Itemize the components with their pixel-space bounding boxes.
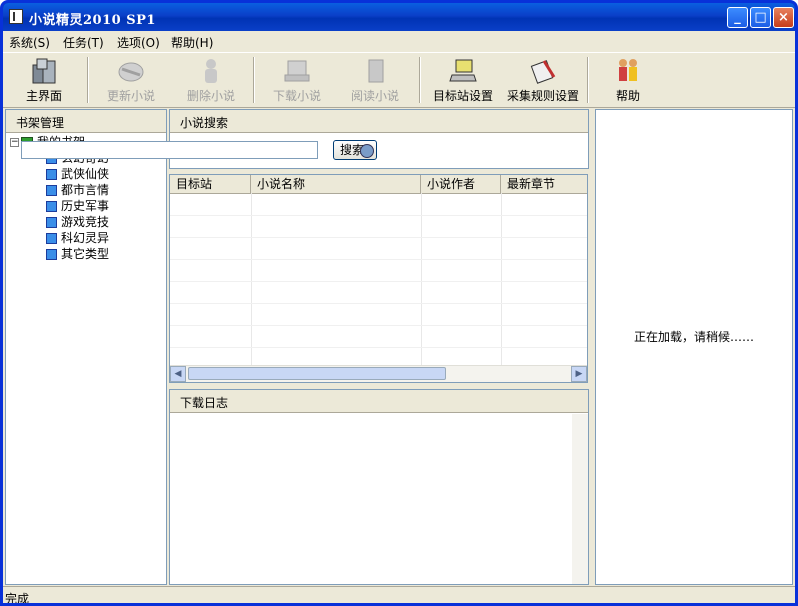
book-icon	[46, 217, 57, 228]
update-novel-button[interactable]: 更新小说	[103, 55, 159, 105]
menu-options[interactable]: 选项(O)	[117, 34, 160, 51]
tree-item-wuxia[interactable]: 武侠仙侠	[10, 166, 109, 182]
book-icon	[46, 201, 57, 212]
search-panel: 小说搜索	[169, 109, 589, 169]
download-log-title: 下载日志	[180, 396, 229, 410]
menu-task[interactable]: 任务(T)	[63, 34, 104, 51]
log-vertical-scrollbar[interactable]	[572, 414, 588, 584]
toolbar-separator	[587, 57, 589, 103]
client-area: 系统(S) 任务(T) 选项(O) 帮助(H) 主界面 更新小说 删除小说 下载	[3, 31, 795, 606]
scroll-left-icon[interactable]: ◀	[170, 366, 186, 382]
book-icon	[46, 249, 57, 260]
window-title: 小说精灵2010 SP1	[29, 13, 156, 28]
grid-line	[170, 215, 587, 216]
delete-novel-button[interactable]: 删除小说	[183, 55, 239, 105]
grid-line	[170, 259, 587, 260]
column-header-site[interactable]: 目标站	[170, 175, 251, 193]
laptop-icon	[449, 59, 477, 82]
home-icon	[32, 58, 56, 84]
maximize-button[interactable]: □	[750, 7, 771, 28]
toolbar-separator	[253, 57, 255, 103]
close-button[interactable]: ×	[773, 7, 794, 28]
download-log-panel: 下载日志	[169, 389, 589, 585]
status-bar: 完成	[3, 586, 795, 606]
download-novel-button[interactable]: 下载小说	[269, 55, 325, 105]
title-bar[interactable]: 小说精灵2010 SP1 _ □ ×	[3, 3, 795, 31]
grid-line	[170, 281, 587, 282]
search-panel-header: 小说搜索	[170, 110, 588, 133]
column-header-latest[interactable]: 最新章节	[501, 175, 587, 193]
search-input[interactable]	[21, 141, 318, 159]
menu-system[interactable]: 系统(S)	[9, 34, 50, 51]
column-header-name[interactable]: 小说名称	[251, 175, 421, 193]
grid-line	[170, 237, 587, 238]
scroll-thumb[interactable]	[188, 367, 446, 380]
book-icon	[46, 185, 57, 196]
download-icon	[284, 60, 310, 82]
home-button[interactable]: 主界面	[19, 55, 69, 105]
toolbar-separator	[419, 57, 421, 103]
grid-line	[170, 325, 587, 326]
collapse-icon[interactable]: −	[10, 138, 19, 147]
app-window: 小说精灵2010 SP1 _ □ × 系统(S) 任务(T) 选项(O) 帮助(…	[0, 0, 798, 606]
delete-icon	[205, 59, 217, 83]
menu-help[interactable]: 帮助(H)	[171, 34, 213, 51]
toolbar: 主界面 更新小说 删除小说 下载小说 阅读小说 目标站设置 采集规则设置 帮助	[3, 52, 795, 108]
collect-rules-settings-button[interactable]: 采集规则设置	[505, 55, 581, 105]
status-text: 完成	[5, 592, 30, 606]
book-icon	[46, 233, 57, 244]
search-button[interactable]: 搜索	[333, 140, 377, 160]
tree-item-scifi[interactable]: 科幻灵异	[10, 230, 109, 246]
loading-message: 正在加载，请稍候……	[633, 330, 754, 344]
help-button[interactable]: 帮助	[605, 55, 651, 105]
help-people-icon	[619, 59, 637, 81]
bookshelf-panel-header: 书架管理	[6, 110, 166, 133]
refresh-icon	[118, 62, 144, 82]
results-table[interactable]: 目标站 小说名称 小说作者 最新章节 ◀ ▶	[169, 174, 588, 383]
book-icon	[46, 169, 57, 180]
tree-item-history[interactable]: 历史军事	[10, 198, 109, 214]
grid-line	[170, 303, 587, 304]
grid-line	[170, 347, 587, 348]
target-site-settings-button[interactable]: 目标站设置	[431, 55, 495, 105]
toolbar-separator	[87, 57, 89, 103]
grid-line	[421, 193, 422, 365]
tree-item-urban[interactable]: 都市言情	[10, 182, 109, 198]
scroll-pen-icon	[530, 60, 556, 84]
column-header-author[interactable]: 小说作者	[421, 175, 501, 193]
bookshelf-panel-title: 书架管理	[16, 116, 65, 130]
scroll-right-icon[interactable]: ▶	[571, 366, 587, 382]
results-table-header: 目标站 小说名称 小说作者 最新章节	[170, 175, 587, 194]
bookshelf-panel: 书架管理 −我的书架 玄幻奇幻 武侠仙侠 都市言情 历史军事 游戏竞技 科幻灵异…	[5, 109, 167, 585]
minimize-button[interactable]: _	[727, 7, 748, 28]
app-icon	[9, 9, 23, 24]
tree-item-other[interactable]: 其它类型	[10, 246, 109, 262]
menu-bar: 系统(S) 任务(T) 选项(O) 帮助(H)	[3, 31, 795, 51]
tree-item-games[interactable]: 游戏竞技	[10, 214, 109, 230]
search-panel-title: 小说搜索	[180, 116, 229, 130]
right-panel: 正在加载，请稍候……	[595, 109, 793, 585]
grid-line	[501, 193, 502, 365]
search-icon	[360, 144, 374, 158]
read-novel-button[interactable]: 阅读小说	[347, 55, 403, 105]
horizontal-scrollbar[interactable]: ◀ ▶	[170, 365, 587, 382]
download-log-header: 下载日志	[170, 390, 588, 413]
read-icon	[368, 59, 384, 83]
grid-line	[251, 193, 252, 365]
